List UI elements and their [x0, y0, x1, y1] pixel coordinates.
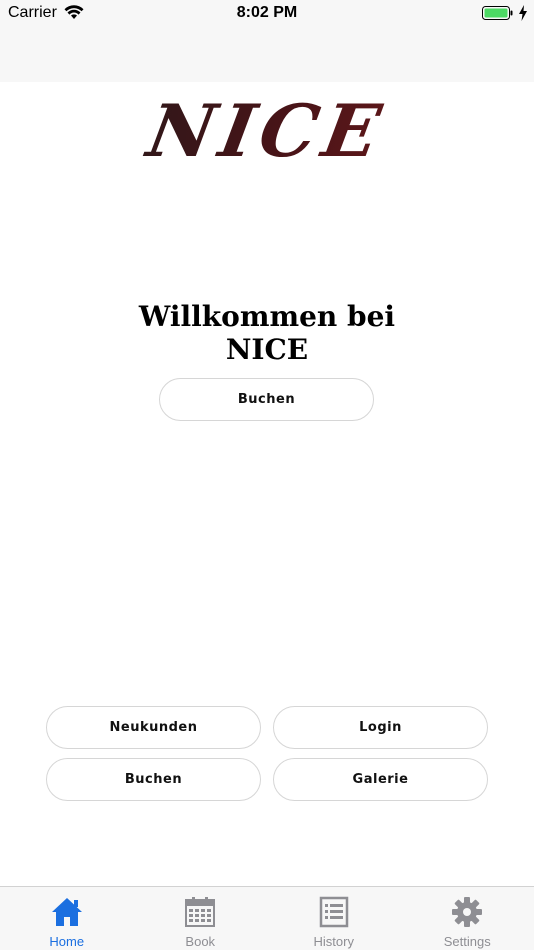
login-button[interactable]: Login [273, 706, 488, 749]
tab-bar: Home Book History Settings [0, 886, 534, 950]
welcome-title: Willkommen bei NICE [117, 300, 417, 366]
tab-settings-label: Settings [443, 934, 491, 949]
battery-icon [482, 6, 513, 20]
gallery-button[interactable]: Galerie [273, 758, 488, 801]
tab-home[interactable]: Home [0, 887, 134, 950]
welcome-line-1: Willkommen bei [138, 300, 396, 333]
tab-settings[interactable]: Settings [401, 887, 534, 950]
book-button[interactable]: Buchen [159, 378, 374, 421]
tab-history[interactable]: History [267, 887, 401, 950]
status-bar: Carrier 8:02 PM [0, 0, 534, 82]
brand-logo: NICE [0, 88, 534, 173]
status-time: 8:02 PM [236, 4, 298, 21]
book-secondary-button[interactable]: Buchen [46, 758, 261, 801]
welcome-line-2: NICE [225, 333, 309, 366]
tab-home-label: Home [49, 934, 85, 949]
tab-history-label: History [313, 934, 354, 949]
new-customers-button[interactable]: Neukunden [46, 706, 261, 749]
tab-book[interactable]: Book [134, 887, 268, 950]
home-icon [51, 898, 82, 926]
calendar-icon [185, 897, 216, 927]
gear-icon [452, 897, 483, 927]
list-icon [319, 896, 348, 928]
charging-bolt-icon [519, 5, 527, 21]
tab-book-label: Book [185, 934, 216, 949]
